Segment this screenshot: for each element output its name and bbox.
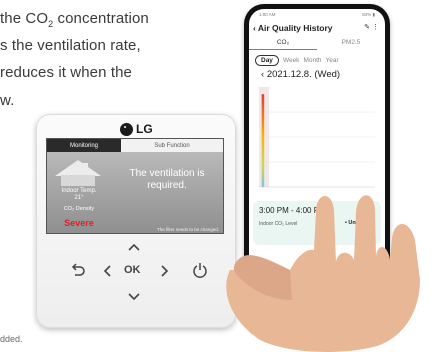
range-selector: Day Week Month Year	[255, 55, 381, 66]
hand-image	[226, 195, 420, 352]
indoor-status-pane: Indoor Temp. 21° CO₂ Density Severe	[47, 152, 107, 233]
tab-co2[interactable]: CO₂	[249, 39, 317, 50]
tab-sub-function[interactable]: Sub Function	[121, 139, 223, 152]
tab-monitoring[interactable]: Monitoring	[47, 139, 121, 152]
power-button[interactable]	[192, 262, 208, 281]
range-week[interactable]: Week	[283, 57, 300, 64]
right-button[interactable]	[160, 264, 170, 281]
house-icon	[55, 160, 101, 186]
copy-line-3: reduces it when the	[0, 64, 132, 81]
ventilation-message-line-2: required.	[147, 180, 187, 191]
range-day[interactable]: Day	[255, 55, 279, 66]
copy-line-1-pre: the CO	[0, 10, 49, 27]
chevron-left-icon	[103, 265, 111, 277]
range-month[interactable]: Month	[303, 57, 321, 64]
lg-logo: LG	[120, 122, 153, 136]
down-button[interactable]	[127, 290, 141, 305]
status-time: 1:00 AM	[259, 12, 276, 17]
footnote: dded.	[0, 334, 23, 344]
lg-brand-text: LG	[136, 122, 153, 136]
edit-icon[interactable]: ✎	[364, 24, 370, 31]
indoor-temp-value: 21°	[74, 195, 84, 201]
controller-screen: Monitoring Sub Function Indoor Temp. 21°…	[46, 138, 224, 234]
header-actions: ✎ ⋮	[364, 23, 379, 31]
chevron-down-icon	[128, 293, 140, 301]
indoor-temp-label: Indoor Temp.	[61, 188, 97, 194]
left-button[interactable]	[102, 264, 112, 281]
ventilation-message-line-1: The ventilation is	[129, 168, 205, 179]
copy-line-1: the CO2 concentration	[0, 10, 149, 29]
lg-logo-icon	[120, 122, 133, 136]
back-arrow-icon	[71, 263, 85, 276]
date-value: 2021.12.8. (Wed)	[266, 69, 341, 80]
co2-density-label: CO₂ Density	[63, 206, 95, 212]
chevron-right-icon	[161, 265, 169, 277]
range-year[interactable]: Year	[326, 57, 339, 64]
co2-status-badge: Severe	[64, 218, 94, 228]
ok-button[interactable]: OK	[124, 264, 141, 276]
copy-line-1-post: concentration	[53, 10, 149, 27]
indoor-temp: Indoor Temp. 21°	[51, 188, 107, 202]
status-battery: 84% ▮	[362, 12, 375, 17]
copy-line-4: w.	[0, 92, 15, 109]
up-button[interactable]	[127, 240, 141, 255]
ventilation-message: The ventilation is required.	[113, 168, 221, 192]
tab-pm25[interactable]: PM2.5	[317, 39, 385, 50]
page-title: Air Quality History	[257, 23, 333, 33]
back-button[interactable]	[70, 262, 86, 281]
screen-tabs: Monitoring Sub Function	[47, 139, 223, 152]
more-icon[interactable]: ⋮	[372, 24, 379, 31]
copy-line-2: s the ventilation rate,	[0, 37, 141, 54]
chevron-up-icon	[128, 243, 140, 251]
date-label: ‹ 2021.12.8. (Wed)	[261, 69, 379, 80]
lg-controller: LG Monitoring Sub Function Indoor Temp. …	[36, 114, 236, 328]
pollutant-tabs: CO₂ PM2.5	[249, 39, 385, 50]
status-bar: 1:00 AM 84% ▮	[259, 12, 375, 18]
power-icon	[193, 263, 207, 278]
screen-body: Indoor Temp. 21° CO₂ Density Severe The …	[47, 152, 223, 233]
app-header: ‹ Air Quality History	[253, 23, 333, 33]
